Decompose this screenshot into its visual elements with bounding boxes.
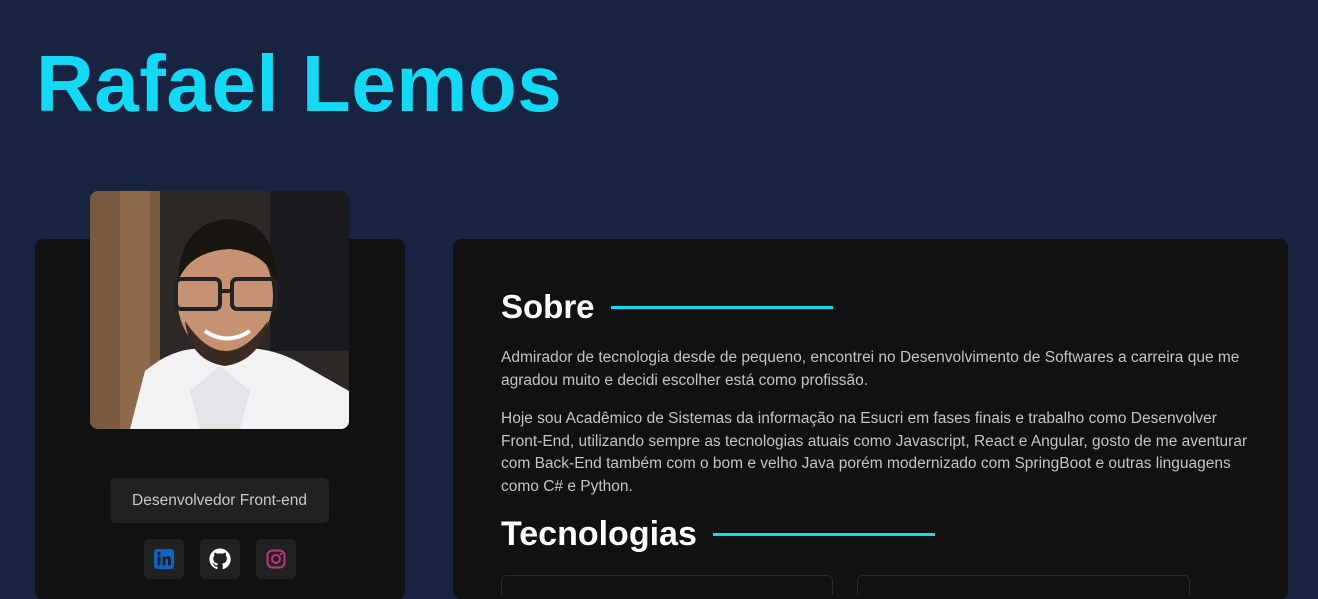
about-heading-text: Sobre xyxy=(501,288,595,325)
technologies-heading-underline xyxy=(712,532,935,536)
instagram-button[interactable] xyxy=(256,539,296,579)
instagram-icon xyxy=(266,549,286,569)
avatar xyxy=(90,191,349,429)
technology-card xyxy=(501,575,833,595)
page-title: Rafael Lemos xyxy=(36,39,563,128)
role-badge: Desenvolvedor Front-end xyxy=(110,478,329,523)
linkedin-button[interactable] xyxy=(144,539,184,579)
about-heading: Sobre xyxy=(501,287,833,327)
github-icon xyxy=(209,548,231,570)
github-button[interactable] xyxy=(200,539,240,579)
technologies-heading: Tecnologias xyxy=(501,514,935,554)
about-paragraph-2: Hoje sou Acadêmico de Sistemas da inform… xyxy=(501,410,1248,495)
about-paragraph-1: Admirador de tecnologia desde de pequeno… xyxy=(501,349,1240,389)
technologies-heading-text: Tecnologias xyxy=(501,514,697,553)
about-heading-underline xyxy=(610,305,833,309)
linkedin-icon xyxy=(154,549,174,569)
technology-card xyxy=(857,575,1190,595)
